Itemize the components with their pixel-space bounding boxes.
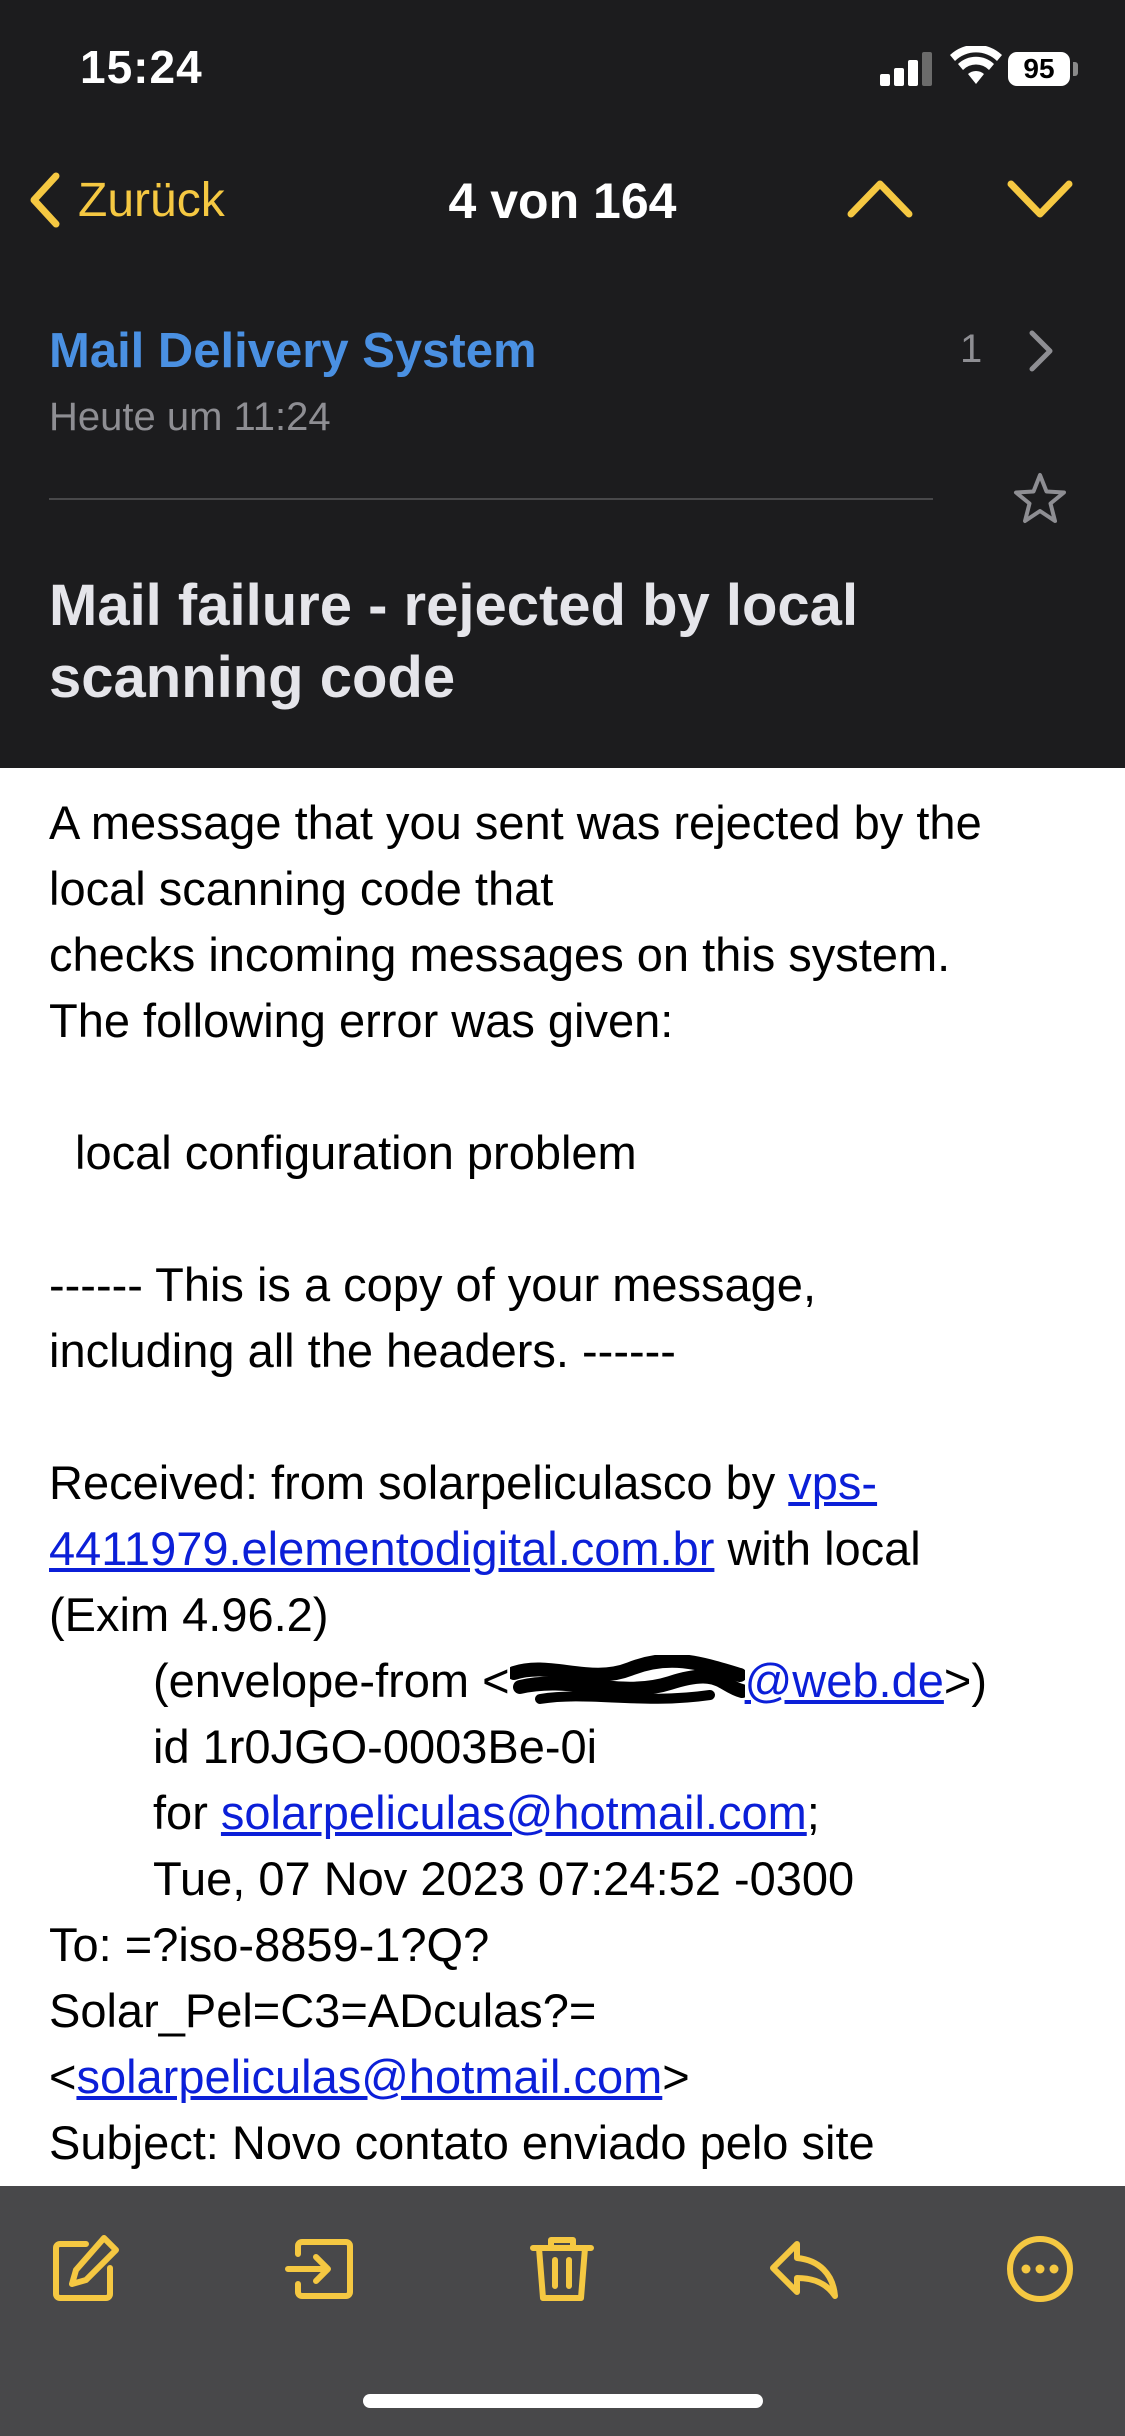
server-link[interactable]: vps- (788, 1456, 877, 1509)
received-line: (Exim 4.96.2) (49, 1588, 329, 1641)
envelope-line: (envelope-from < @web.de>) (49, 1648, 1089, 1714)
to-text: > (662, 2050, 690, 2103)
recipient-email-link[interactable]: solarpeliculas@hotmail.com (221, 1786, 807, 1839)
message-header: Mail Delivery System Heute um 11:24 1 Ma… (0, 265, 1125, 768)
message-body: A message that you sent was rejected by … (49, 790, 1089, 2176)
to-text: < (49, 2050, 77, 2103)
message-date: Heute um 11:24 (49, 395, 331, 439)
chevron-right-icon[interactable] (1026, 327, 1056, 375)
reply-icon[interactable] (767, 2232, 841, 2306)
date-line: Tue, 07 Nov 2023 07:24:52 -0300 (153, 1852, 855, 1905)
body-line: A message that you sent was rejected by … (49, 796, 982, 849)
received-line: 4411979.elementodigital.com.br with loca… (49, 1516, 1089, 1582)
thread-count: 1 (960, 327, 983, 371)
status-bar: 15:24 95 (0, 0, 1125, 140)
id-line: id 1r0JGO-0003Be-0i (153, 1720, 598, 1773)
body-line: local scanning code that (49, 862, 554, 915)
battery-icon (1073, 62, 1078, 76)
message-subject: Mail failure - rejected by local scannin… (49, 573, 859, 710)
previous-message-chevron-up-icon[interactable] (845, 168, 915, 228)
for-text: for (153, 1786, 221, 1839)
wifi-icon (950, 46, 1002, 84)
for-line: for solarpeliculas@hotmail.com; (49, 1780, 1089, 1846)
recipient-email-link[interactable]: solarpeliculas@hotmail.com (76, 2050, 662, 2103)
body-line: ------ This is a copy of your message, (49, 1258, 817, 1311)
to-line: <solarpeliculas@hotmail.com> (49, 2044, 1089, 2110)
received-text: with local (714, 1522, 921, 1575)
trash-icon[interactable] (525, 2232, 599, 2306)
to-line: To: =?iso-8859-1?Q? (49, 1918, 490, 1971)
sender-name[interactable]: Mail Delivery System (49, 323, 537, 379)
message-position: 4 von 164 (448, 173, 677, 229)
star-icon[interactable] (1012, 471, 1068, 527)
error-line: local configuration problem (75, 1126, 637, 1179)
redaction-scribble (506, 1653, 749, 1707)
body-line: checks incoming messages on this system. (49, 928, 951, 981)
subject-line: Subject: Novo contato enviado pelo site (49, 2116, 875, 2169)
cellular-signal-icon (880, 50, 936, 86)
more-icon[interactable] (1003, 2232, 1077, 2306)
compose-icon[interactable] (48, 2232, 122, 2306)
next-message-chevron-down-icon[interactable] (1005, 168, 1075, 228)
battery-level: 95 (1008, 52, 1070, 86)
navigation-bar: Zurück 4 von 164 (0, 140, 1125, 265)
move-to-folder-icon[interactable] (284, 2232, 358, 2306)
body-line: including all the headers. ------ (49, 1324, 676, 1377)
received-line: Received: from solarpeliculasco by vps- (49, 1450, 1089, 1516)
status-time: 15:24 (80, 41, 203, 93)
header-divider (49, 498, 933, 500)
sender-email-link[interactable]: @web.de (745, 1654, 944, 1707)
body-line: The following error was given: (49, 994, 674, 1047)
received-text: Received: from solarpeliculasco by (49, 1456, 789, 1509)
envelope-text: (envelope-from < (153, 1654, 510, 1707)
home-indicator[interactable] (363, 2394, 763, 2408)
server-link[interactable]: 4411979.elementodigital.com.br (49, 1522, 714, 1575)
for-text: ; (806, 1786, 820, 1839)
to-line: Solar_Pel=C3=ADculas?= (49, 1984, 597, 2037)
envelope-text: >) (943, 1654, 987, 1707)
